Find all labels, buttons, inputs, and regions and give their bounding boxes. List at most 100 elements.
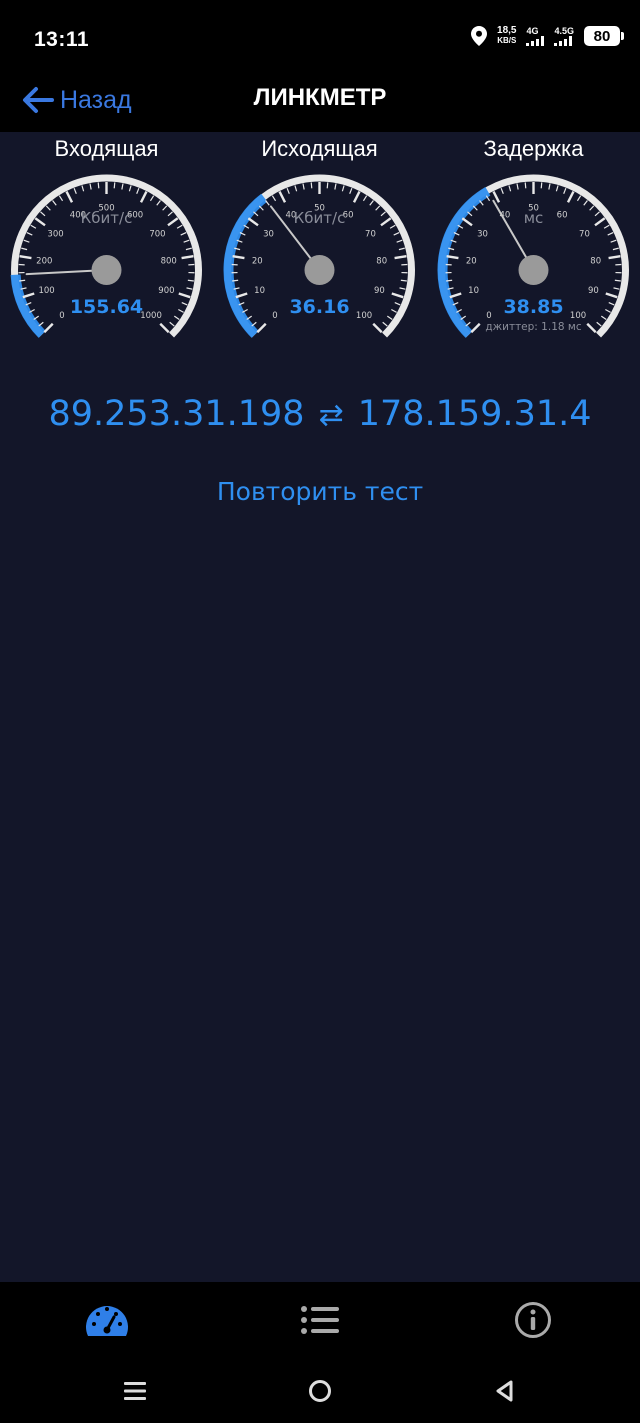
tick-label: 300 [47, 229, 63, 239]
minor-tick [232, 279, 239, 282]
major-tick [394, 255, 407, 260]
home-button[interactable] [300, 1376, 340, 1406]
minor-tick [341, 185, 345, 192]
tick-label: 100 [570, 311, 586, 321]
minor-tick [265, 200, 270, 206]
minor-tick [396, 239, 403, 243]
major-tick [449, 292, 462, 299]
minor-tick [187, 279, 194, 282]
tick-label: 70 [579, 229, 590, 239]
main-content: Входящая 0 100 200 300 400 500 600 700 800 900 100… [0, 132, 640, 1282]
nav-speedometer[interactable] [83, 1298, 131, 1342]
minor-tick [121, 183, 124, 190]
minor-tick [500, 187, 504, 194]
minor-tick [162, 205, 168, 211]
tick-label: 80 [376, 257, 387, 267]
minor-tick [302, 183, 305, 190]
tick-label: 800 [161, 257, 177, 267]
major-tick [372, 322, 383, 334]
minor-tick [173, 315, 180, 320]
minor-tick [167, 211, 173, 217]
minor-tick [326, 182, 329, 189]
minor-tick [589, 205, 595, 211]
battery-level: 80 [593, 27, 611, 45]
minor-tick [185, 247, 192, 251]
back-system-button[interactable] [484, 1376, 524, 1406]
gauge-title: Задержка [483, 136, 584, 161]
minor-tick [52, 200, 57, 206]
minor-tick [81, 185, 85, 192]
minor-tick [446, 279, 453, 282]
tick-label: 20 [466, 257, 477, 267]
minor-tick [563, 187, 567, 194]
status-time: 13:11 [34, 28, 90, 51]
tick-label: 0 [486, 311, 491, 321]
status-icons: 18,5 KB/S 4G 4.5G 80 [471, 26, 624, 46]
recent-apps-button[interactable] [115, 1376, 155, 1406]
tick-label: 0 [59, 311, 64, 321]
minor-tick [398, 247, 405, 251]
gauge-value: 36.16 [289, 296, 349, 318]
minor-tick [399, 287, 406, 290]
minor-tick [524, 182, 527, 189]
minor-tick [605, 308, 611, 313]
minor-tick [294, 185, 298, 192]
minor-tick [113, 182, 116, 189]
network-speed: 18,5 KB/S [497, 26, 516, 46]
minor-tick [310, 182, 313, 189]
info-icon [515, 1302, 551, 1338]
major-tick [159, 322, 170, 334]
gauge-unit: Кбит/с [294, 209, 346, 227]
minor-tick [393, 231, 400, 236]
minor-tick [286, 187, 290, 194]
major-tick [232, 255, 245, 260]
location-icon [471, 26, 488, 46]
minor-tick [596, 321, 602, 327]
nav-info[interactable] [509, 1298, 557, 1342]
gauge-progress-arc [10, 274, 46, 338]
minor-tick [394, 302, 401, 306]
minor-tick [149, 195, 155, 202]
minor-tick [73, 187, 77, 194]
tick-label: 1000 [140, 311, 162, 321]
major-tick [391, 292, 404, 299]
speedometer-icon [86, 1306, 128, 1336]
major-tick [167, 217, 179, 227]
tick-label: 100 [38, 286, 54, 296]
minor-tick [136, 187, 140, 194]
minor-tick [30, 224, 37, 229]
signal-bars-icon [526, 36, 545, 46]
tick-label: 90 [374, 286, 385, 296]
exchange-arrows-icon: ⇄ [318, 398, 344, 433]
major-tick [178, 292, 191, 299]
nav-history[interactable] [296, 1298, 344, 1342]
gauge-dial: 0102030405060708090100Кбит/с36.16 [223, 174, 415, 338]
major-tick [380, 217, 392, 227]
major-tick [181, 255, 194, 260]
minor-tick [362, 195, 368, 202]
minor-tick [603, 224, 610, 229]
major-tick [566, 191, 575, 203]
minor-tick [97, 182, 100, 189]
local-ip: 89.253.31.198 [48, 394, 305, 434]
major-tick [470, 322, 481, 334]
retest-button[interactable]: Повторить тест [0, 477, 640, 506]
minor-tick [400, 279, 407, 282]
tick-label: 700 [149, 229, 165, 239]
minor-tick [516, 183, 519, 190]
minor-tick [508, 185, 512, 192]
minor-tick [382, 321, 388, 327]
minor-tick [186, 287, 193, 290]
gauge-dial: 01002003004005006007008009001000Кбит/с15… [10, 174, 202, 338]
signal-45g: 4.5G [554, 26, 574, 46]
minor-tick [594, 211, 600, 217]
minor-tick [183, 239, 190, 243]
major-tick [256, 322, 267, 334]
minor-tick [391, 308, 397, 313]
major-tick [461, 217, 473, 227]
major-tick [352, 191, 361, 203]
tick-label: 60 [557, 210, 568, 220]
signal-45g-label: 4.5G [554, 26, 574, 36]
minor-tick [156, 200, 161, 206]
gauge-hub [91, 255, 122, 285]
